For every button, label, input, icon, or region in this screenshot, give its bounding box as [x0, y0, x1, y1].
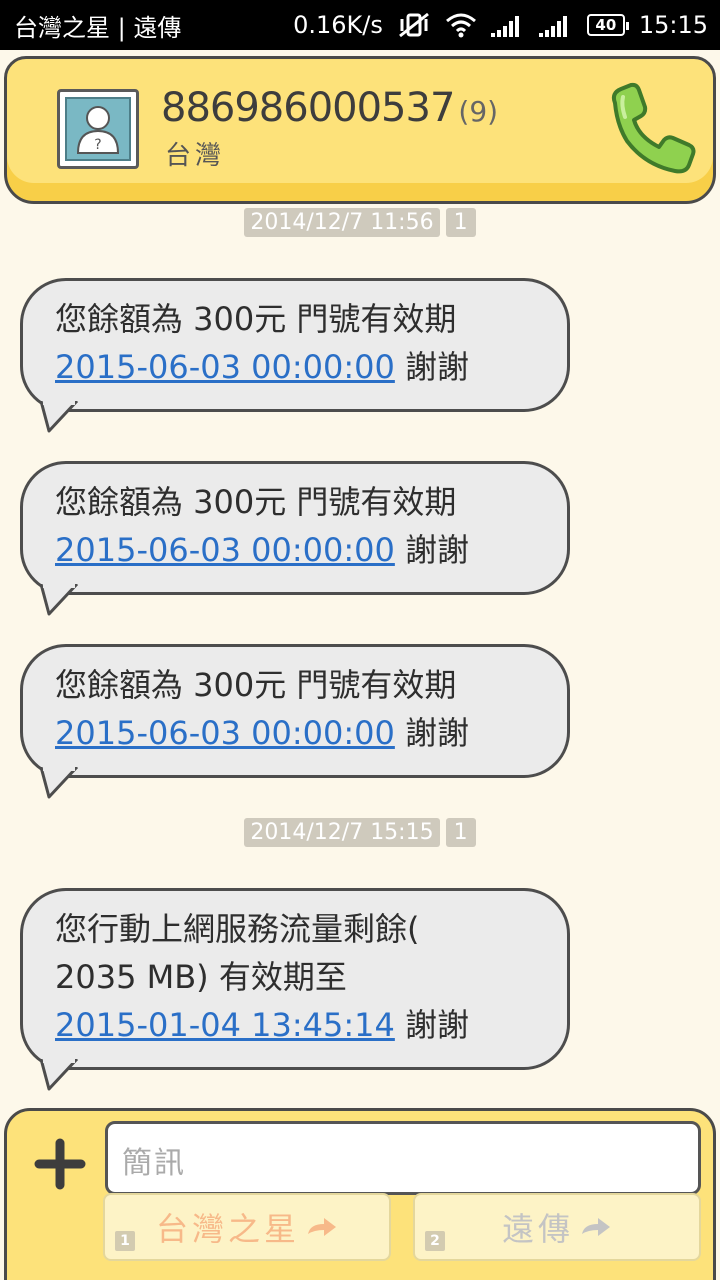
sim-slot-badge: 2 [425, 1231, 445, 1251]
message-bubble[interactable]: 您行動上網服務流量剩餘( 2035 MB) 有效期至 2015-01-04 13… [20, 888, 570, 1091]
message-suffix: 謝謝 [394, 1006, 470, 1044]
contact-number-text: 886986000537 [161, 85, 455, 131]
send-sim1-label: 台灣之星 [155, 1210, 300, 1248]
message-text: 您餘額為 300元 門號有效期 [55, 483, 457, 521]
plus-icon [34, 1138, 86, 1190]
send-sim2-label: 遠傳 [501, 1210, 574, 1248]
compose-bar: 簡訊 台灣之星 1 遠傳 2 [4, 1108, 716, 1280]
message-list[interactable]: 2014/12/7 11:56 1 您餘額為 300元 門號有效期 2015-0… [0, 204, 720, 1104]
message-bubble[interactable]: 您餘額為 300元 門號有效期 2015-06-03 00:00:00 謝謝 [20, 278, 570, 433]
message-text: 您行動上網服務流量剩餘( [55, 910, 420, 948]
person-icon: ? [65, 97, 131, 161]
sim-indicator: 1 [445, 208, 476, 237]
sim-indicator: 1 [445, 818, 476, 847]
conversation-header: ? 886986000537 (9) 台灣 [4, 56, 716, 204]
bubble-tail [39, 401, 79, 433]
arrow-right-icon [582, 1218, 610, 1236]
bubble-tail [39, 1059, 79, 1091]
message-suffix: 謝謝 [394, 348, 470, 386]
timestamp: 2014/12/7 11:56 [244, 208, 440, 237]
svg-text:?: ? [94, 137, 101, 153]
battery-icon: 40 [586, 14, 629, 36]
signal-icon [490, 13, 525, 37]
status-bar: 台灣之星 | 遠傳 0.16K/s 40 15:15 [0, 0, 720, 50]
send-sim2-button[interactable]: 遠傳 2 [413, 1193, 701, 1261]
message-count: (9) [458, 95, 499, 128]
clock: 15:15 [638, 11, 708, 39]
vibrate-off-icon [397, 12, 431, 38]
timestamp-divider: 2014/12/7 11:56 1 [0, 208, 720, 237]
phone-icon [611, 82, 696, 174]
sim-slot-badge: 1 [115, 1231, 135, 1251]
date-link[interactable]: 2015-06-03 00:00:00 [55, 714, 395, 752]
carrier-names: 台灣之星 | 遠傳 [14, 13, 182, 42]
timestamp: 2014/12/7 15:15 [244, 818, 440, 847]
arrow-right-icon [308, 1218, 336, 1236]
message-text: 2035 MB) 有效期至 [55, 958, 347, 996]
message-text: 您餘額為 300元 門號有效期 [55, 300, 457, 338]
message-suffix: 謝謝 [394, 714, 470, 752]
bubble-tail [39, 767, 79, 799]
add-attachment-button[interactable] [33, 1137, 87, 1191]
contact-region: 台灣 [165, 141, 226, 171]
message-suffix: 謝謝 [394, 531, 470, 569]
message-input[interactable]: 簡訊 [105, 1121, 701, 1195]
message-text: 您餘額為 300元 門號有效期 [55, 666, 457, 704]
contact-number[interactable]: 886986000537 (9) [161, 85, 498, 131]
contact-avatar[interactable]: ? [57, 89, 139, 169]
message-bubble[interactable]: 您餘額為 300元 門號有效期 2015-06-03 00:00:00 謝謝 [20, 461, 570, 616]
timestamp-divider: 2014/12/7 15:15 1 [0, 818, 720, 847]
message-bubble[interactable]: 您餘額為 300元 門號有效期 2015-06-03 00:00:00 謝謝 [20, 644, 570, 799]
date-link[interactable]: 2015-06-03 00:00:00 [55, 531, 395, 569]
date-link[interactable]: 2015-01-04 13:45:14 [55, 1006, 395, 1044]
call-button[interactable] [601, 81, 697, 177]
date-link[interactable]: 2015-06-03 00:00:00 [55, 348, 395, 386]
send-sim1-button[interactable]: 台灣之星 1 [103, 1193, 391, 1261]
wifi-icon [445, 12, 477, 38]
network-speed: 0.16K/s [293, 11, 383, 39]
signal-icon [538, 13, 573, 37]
bubble-tail [39, 584, 79, 616]
